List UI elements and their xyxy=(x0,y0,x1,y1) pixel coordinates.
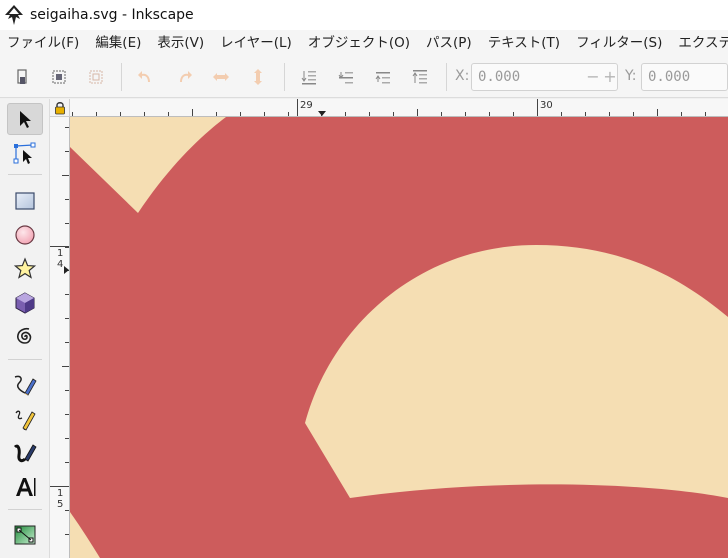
lock-icon xyxy=(54,101,65,114)
menu-path[interactable]: パス(P) xyxy=(418,30,480,56)
circle-icon xyxy=(15,225,35,245)
node-tool[interactable] xyxy=(7,137,43,169)
rectangle-tool[interactable] xyxy=(7,185,43,217)
y-label: Y: xyxy=(625,68,637,84)
rectangle-icon xyxy=(15,192,35,210)
rotate-cw-icon xyxy=(180,71,192,82)
select-all-button[interactable] xyxy=(10,65,34,89)
flip-vertical-icon xyxy=(254,69,262,85)
menu-object[interactable]: オブジェクト(O) xyxy=(300,30,418,56)
calligraphy-tool[interactable] xyxy=(7,437,43,469)
deselect-button[interactable] xyxy=(84,65,108,89)
raise-icon xyxy=(375,72,390,84)
menu-layer[interactable]: レイヤー(L) xyxy=(212,30,300,56)
x-label: X: xyxy=(455,68,470,84)
toolbox xyxy=(0,99,50,558)
flip-horizontal-button[interactable] xyxy=(209,65,233,89)
ruler-label-29: 29 xyxy=(300,100,313,111)
menu-filters[interactable]: フィルター(S) xyxy=(568,30,670,56)
menu-file[interactable]: ファイル(F) xyxy=(0,30,87,56)
menu-edit[interactable]: 編集(E) xyxy=(87,30,149,56)
lower-to-bottom-button[interactable] xyxy=(297,65,321,89)
menu-view[interactable]: 表示(V) xyxy=(149,30,212,56)
node-editor-icon xyxy=(13,142,36,164)
arrow-cursor-icon xyxy=(20,111,31,128)
pencil-tool[interactable] xyxy=(7,403,43,435)
lower-to-bottom-icon xyxy=(301,71,316,85)
window-title: seigaiha.svg - Inkscape xyxy=(30,7,194,23)
spiral-icon xyxy=(17,327,32,344)
spiral-tool[interactable] xyxy=(7,321,43,353)
gradient-icon xyxy=(14,525,36,545)
flip-vertical-button[interactable] xyxy=(246,65,270,89)
menu-extensions[interactable]: エクステンション(N) xyxy=(670,30,728,56)
pen-bezier-icon xyxy=(14,375,37,396)
lower-icon xyxy=(338,72,353,84)
ellipse-tool[interactable] xyxy=(7,219,43,251)
raise-button[interactable] xyxy=(371,65,395,89)
3d-box-tool[interactable] xyxy=(7,287,43,319)
raise-to-top-button[interactable] xyxy=(408,65,432,89)
gradient-tool[interactable] xyxy=(7,519,43,551)
deselect-icon xyxy=(89,70,103,84)
rotate-cw-button[interactable] xyxy=(172,65,196,89)
tool-controls-bar: X: 0.000 − + Y: 0.000 xyxy=(0,56,728,98)
raise-to-top-icon xyxy=(412,70,427,84)
text-tool[interactable] xyxy=(7,471,43,503)
flip-horizontal-icon xyxy=(213,73,229,81)
drawing-canvas[interactable] xyxy=(70,117,728,558)
ruler-label-15: 1 5 xyxy=(57,488,64,510)
x-increment-button[interactable]: + xyxy=(602,64,618,90)
menu-bar: ファイル(F) 編集(E) 表示(V) レイヤー(L) オブジェクト(O) パス… xyxy=(0,30,728,56)
menu-text[interactable]: テキスト(T) xyxy=(480,30,568,56)
x-value: 0.000 xyxy=(478,69,521,85)
x-decrement-button[interactable]: − xyxy=(585,64,601,90)
3d-box-icon xyxy=(15,292,35,314)
ruler-corner[interactable] xyxy=(50,99,70,117)
select-all-layers-icon xyxy=(52,70,66,84)
text-icon xyxy=(16,478,36,496)
selector-tool[interactable] xyxy=(7,103,43,135)
rotate-ccw-button[interactable] xyxy=(134,65,158,89)
ruler-label-30: 30 xyxy=(540,100,553,111)
pencil-icon xyxy=(15,410,36,431)
pen-tool[interactable] xyxy=(7,369,43,401)
ruler-label-14: 1 4 xyxy=(57,248,64,270)
y-value: 0.000 xyxy=(648,69,691,85)
y-coordinate-input[interactable]: 0.000 xyxy=(641,63,728,91)
inkscape-logo-icon xyxy=(5,5,23,25)
seigaiha-drawing xyxy=(70,117,728,558)
lower-button[interactable] xyxy=(334,65,358,89)
horizontal-ruler[interactable]: 29 30 xyxy=(70,99,728,117)
title-bar: seigaiha.svg - Inkscape xyxy=(0,0,728,30)
star-tool[interactable] xyxy=(7,253,43,285)
select-all-icon xyxy=(17,69,27,84)
horizontal-ruler-ticks xyxy=(72,99,706,116)
rotate-ccw-icon xyxy=(138,71,150,82)
vertical-ruler[interactable]: 1 4 1 5 xyxy=(50,117,70,558)
star-icon xyxy=(13,257,37,279)
calligraphy-icon xyxy=(13,444,37,463)
select-all-layers-button[interactable] xyxy=(47,65,71,89)
